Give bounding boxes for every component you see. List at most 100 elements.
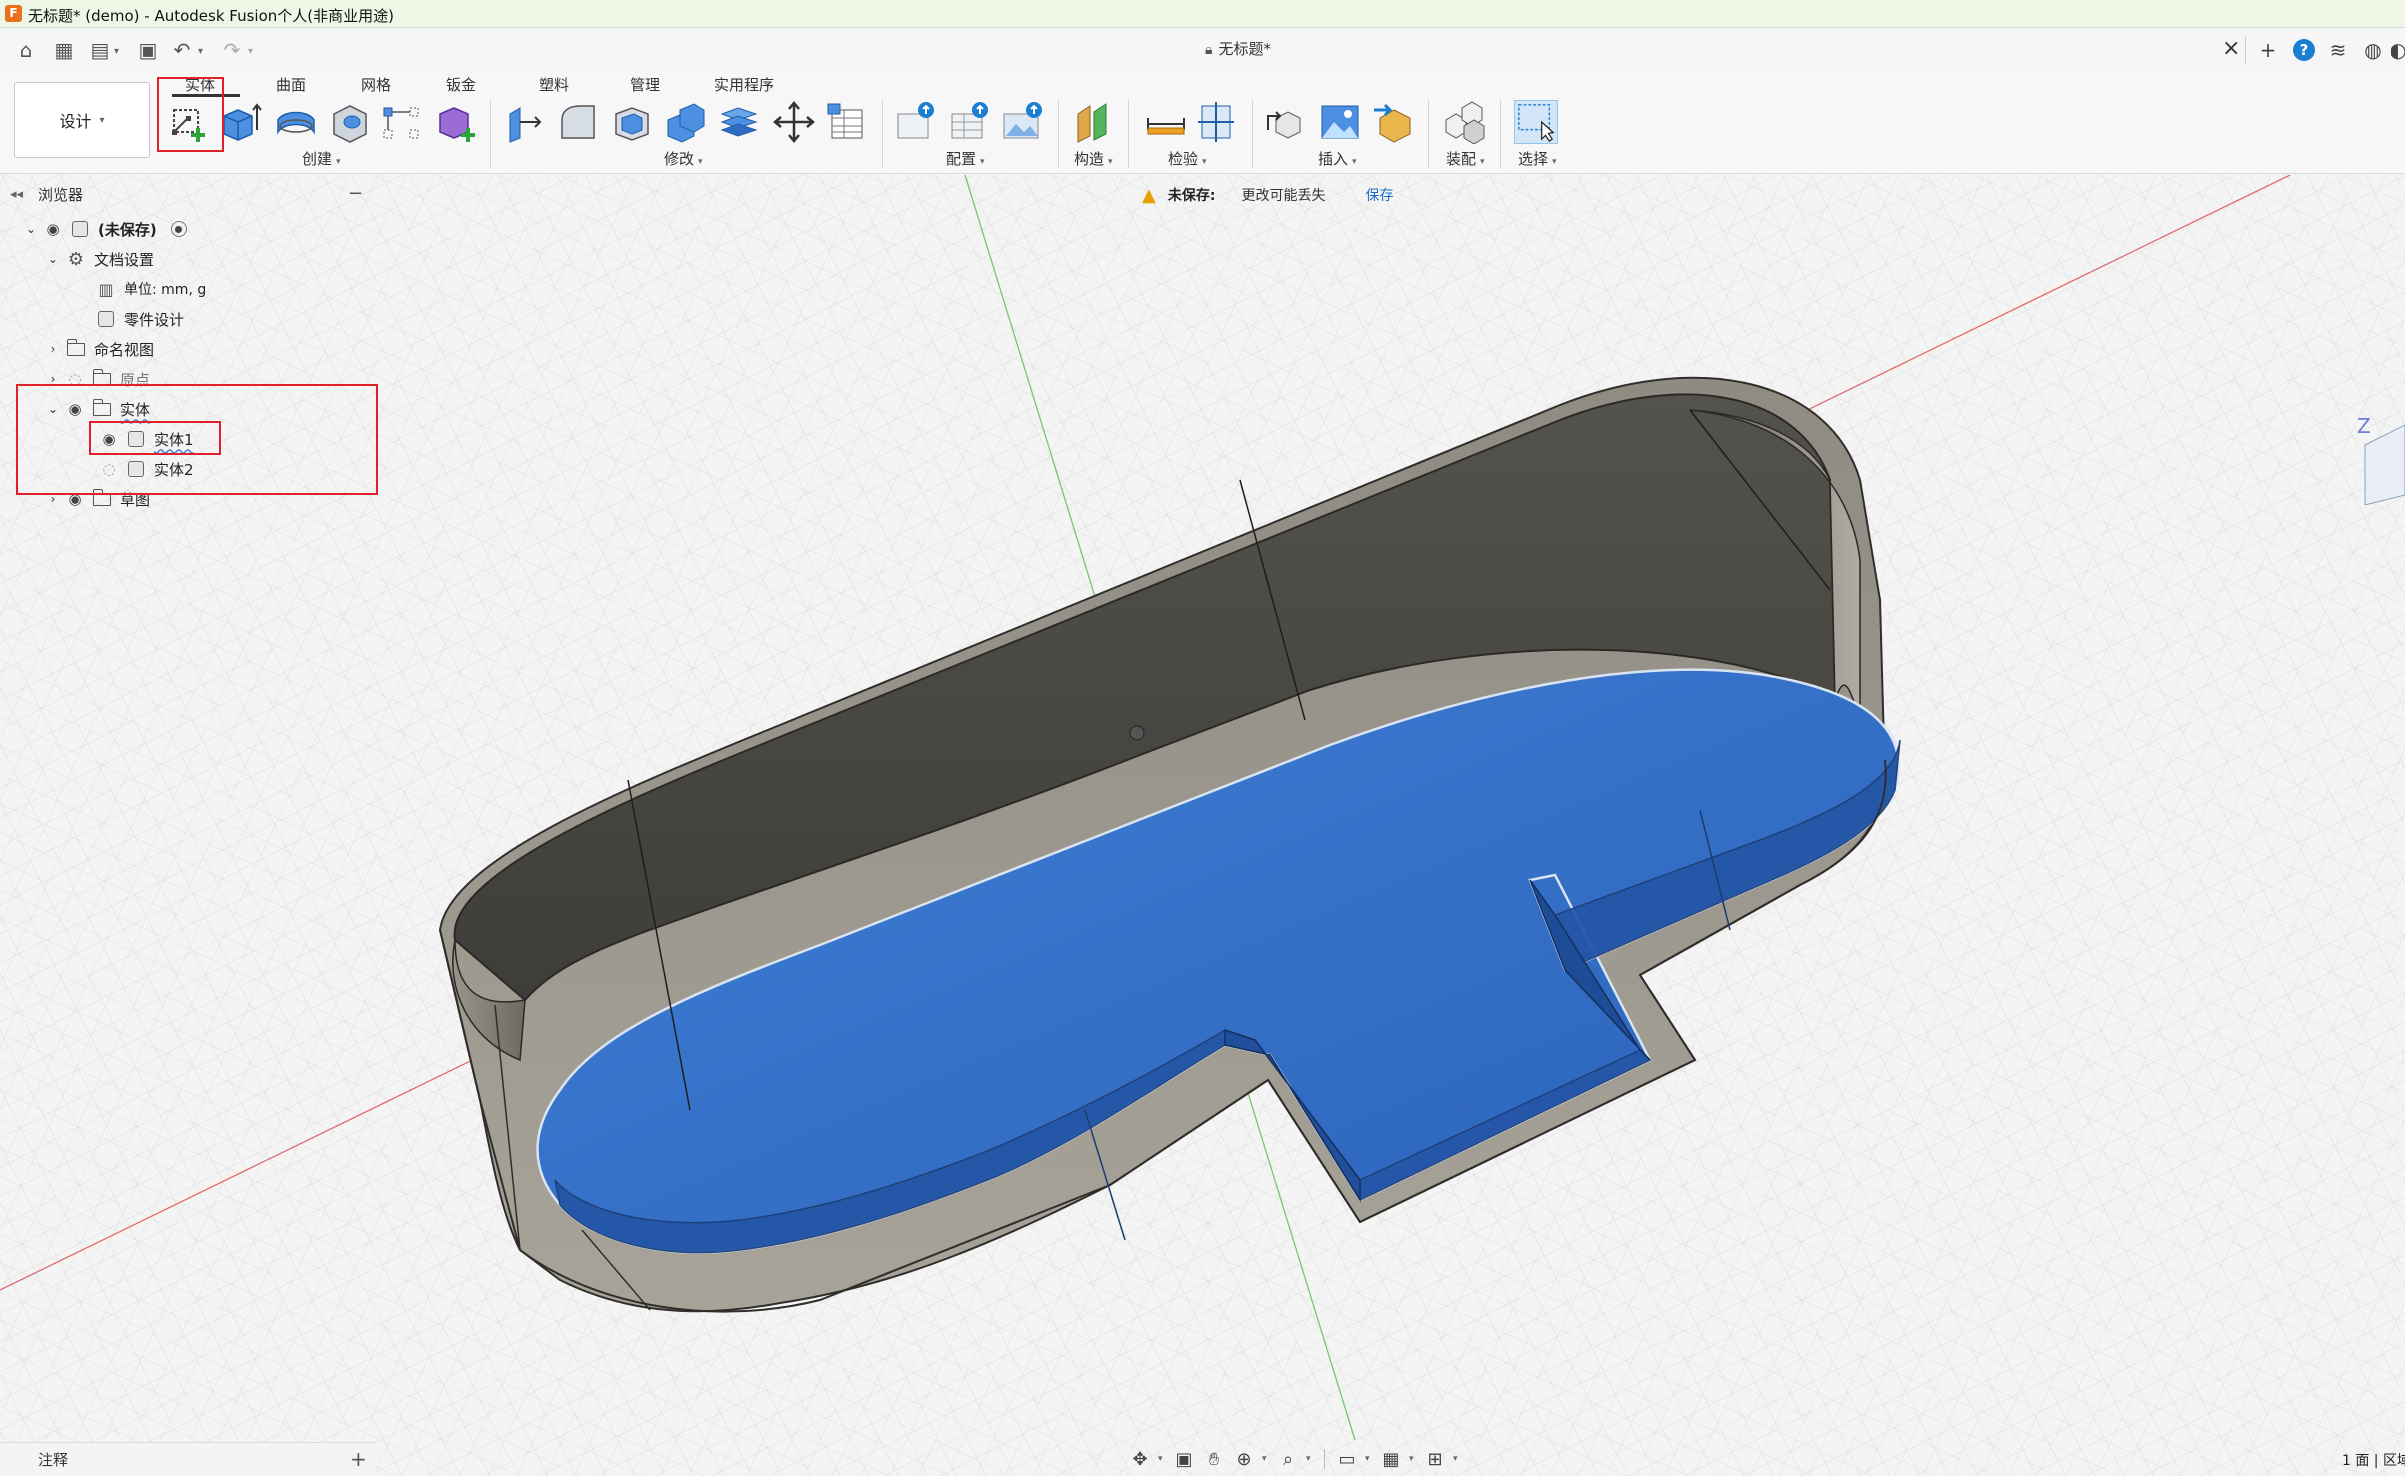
section-analysis-icon[interactable] xyxy=(1196,100,1240,144)
tree-item-document-settings[interactable]: ⌄ ⚙ 文档设置 xyxy=(44,245,154,273)
viewports-icon[interactable]: ⊞ xyxy=(1423,1449,1447,1470)
new-tab-plus-icon[interactable]: + xyxy=(2256,38,2280,62)
grid-settings-icon[interactable]: ▦ xyxy=(1379,1449,1403,1470)
insert-mcmaster-icon[interactable] xyxy=(1372,100,1416,144)
file-icon[interactable]: ▤ xyxy=(88,38,112,62)
configure-group-label[interactable]: 配置 ▾ xyxy=(946,148,985,169)
minimize-icon[interactable]: − xyxy=(348,183,363,204)
help-icon[interactable]: ? xyxy=(2293,39,2315,61)
eye-icon[interactable]: ◉ xyxy=(40,220,66,238)
chevron-down-icon[interactable]: ▾ xyxy=(1158,1454,1166,1464)
home-icon[interactable]: ⌂ xyxy=(14,38,38,62)
tree-item-body-2[interactable]: ◌ 实体2 xyxy=(96,455,193,483)
tab-manage[interactable]: 管理 xyxy=(630,74,660,95)
press-pull-icon[interactable] xyxy=(502,100,546,144)
chevron-down-icon[interactable]: ▾ xyxy=(1306,1454,1314,1464)
comments-panel[interactable]: 注释 + xyxy=(0,1442,375,1476)
assemble-group-label[interactable]: 装配 ▾ xyxy=(1446,148,1485,169)
tab-mesh[interactable]: 网格 xyxy=(361,74,391,95)
job-status-icon[interactable]: ≋ xyxy=(2326,38,2350,62)
offset-plane-icon[interactable] xyxy=(1072,100,1116,144)
tab-solid[interactable]: 实体 xyxy=(185,74,215,95)
orbit-icon[interactable]: ✥ xyxy=(1128,1449,1152,1470)
redo-icon[interactable]: ↷ xyxy=(220,38,244,62)
pattern-icon[interactable] xyxy=(380,100,424,144)
change-parameters-icon[interactable] xyxy=(826,100,870,144)
measure-icon[interactable] xyxy=(1144,100,1188,144)
hole-icon[interactable] xyxy=(328,100,372,144)
configure-table-icon[interactable] xyxy=(894,100,938,144)
tree-item-bodies[interactable]: ⌄ ◉ 实体 xyxy=(44,395,150,423)
chevron-down-icon[interactable]: ⌄ xyxy=(44,252,62,266)
pan-icon[interactable]: ✋︎ xyxy=(1202,1449,1226,1470)
add-comment-icon[interactable]: + xyxy=(350,1447,367,1471)
create-group-label[interactable]: 创建 ▾ xyxy=(302,148,341,169)
modify-group-label[interactable]: 修改 ▾ xyxy=(664,148,703,169)
zoom-icon[interactable]: ⊕ xyxy=(1232,1449,1256,1470)
combine-icon[interactable] xyxy=(664,100,708,144)
create-form-icon[interactable] xyxy=(434,100,478,144)
tab-surface[interactable]: 曲面 xyxy=(276,74,306,95)
undo-chevron-icon[interactable]: ▾ xyxy=(198,46,203,57)
chevron-right-icon[interactable]: › xyxy=(44,372,62,386)
tree-item-part-design[interactable]: 零件设计 xyxy=(92,305,184,333)
chevron-right-icon[interactable]: › xyxy=(44,342,62,356)
collapse-panel-icon[interactable]: ◂◂ xyxy=(10,187,38,202)
insert-canvas-icon[interactable] xyxy=(1318,100,1362,144)
create-sketch-icon[interactable] xyxy=(166,100,210,144)
undo-icon[interactable]: ↶ xyxy=(170,38,194,62)
chevron-down-icon[interactable]: ⌄ xyxy=(44,402,62,416)
look-at-icon[interactable]: ▣ xyxy=(1172,1449,1196,1470)
document-tab[interactable]: 🔒︎ 无标题* xyxy=(1205,38,1271,59)
redo-chevron-icon[interactable]: ▾ xyxy=(248,46,253,57)
tab-utilities[interactable]: 实用程序 xyxy=(714,74,774,95)
tab-plastic[interactable]: 塑料 xyxy=(539,74,569,95)
eye-hidden-icon[interactable]: ◌ xyxy=(96,460,122,478)
split-body-icon[interactable] xyxy=(718,100,762,144)
profile-icon[interactable]: ◐ xyxy=(2391,38,2405,62)
save-link[interactable]: 保存 xyxy=(1365,185,1393,205)
workspace-switcher[interactable]: 设计 ▾ xyxy=(14,82,150,158)
viewcube[interactable]: Z xyxy=(2355,415,2405,505)
inspect-group-label[interactable]: 检验 ▾ xyxy=(1168,148,1207,169)
new-component-icon[interactable] xyxy=(1442,100,1486,144)
display-settings-icon[interactable]: ▭ xyxy=(1335,1449,1359,1470)
tree-item-body-1[interactable]: ◉ 实体1 xyxy=(96,425,193,453)
3d-viewport[interactable]: Z xyxy=(0,175,2405,1476)
eye-icon[interactable]: ◉ xyxy=(62,490,88,508)
insert-derive-icon[interactable] xyxy=(1264,100,1308,144)
notifications-icon[interactable]: ◍ xyxy=(2361,38,2385,62)
chevron-down-icon[interactable]: ▾ xyxy=(1365,1454,1373,1464)
extrude-icon[interactable] xyxy=(218,100,262,144)
tree-item-sketches[interactable]: › ◉ 草图 xyxy=(44,485,150,513)
eye-hidden-icon[interactable]: ◌ xyxy=(62,370,88,388)
construct-group-label[interactable]: 构造 ▾ xyxy=(1074,148,1113,169)
revolve-icon[interactable] xyxy=(274,100,318,144)
chevron-down-icon[interactable]: ▾ xyxy=(1262,1454,1270,1464)
insert-group-label[interactable]: 插入 ▾ xyxy=(1318,148,1357,169)
eye-icon[interactable]: ◉ xyxy=(96,430,122,448)
chevron-right-icon[interactable]: › xyxy=(44,492,62,506)
save-icon[interactable]: ▣ xyxy=(136,38,160,62)
configure-image-icon[interactable] xyxy=(1002,100,1046,144)
grid-apps-icon[interactable]: ▦ xyxy=(52,38,76,62)
chevron-down-icon[interactable]: ⌄ xyxy=(22,222,40,236)
file-menu-chevron-icon[interactable]: ▾ xyxy=(114,46,119,57)
configure-rules-icon[interactable] xyxy=(948,100,992,144)
browser-panel-header[interactable]: ◂◂ 浏览器 − xyxy=(0,181,375,207)
eye-icon[interactable]: ◉ xyxy=(62,400,88,418)
move-copy-icon[interactable] xyxy=(772,100,816,144)
shell-icon[interactable] xyxy=(610,100,654,144)
chevron-down-icon[interactable]: ▾ xyxy=(1409,1454,1417,1464)
active-component-radio[interactable] xyxy=(170,221,187,237)
fillet-icon[interactable] xyxy=(556,100,600,144)
fit-icon[interactable]: ⌕ xyxy=(1276,1449,1300,1470)
3d-scene[interactable] xyxy=(0,175,2405,1476)
chevron-down-icon[interactable]: ▾ xyxy=(1453,1454,1461,1464)
tree-item-origin[interactable]: › ◌ 原点 xyxy=(44,365,150,393)
tree-item-units[interactable]: ▥ 单位: mm, g xyxy=(92,275,206,303)
select-icon[interactable] xyxy=(1514,100,1558,144)
select-group-label[interactable]: 选择 ▾ xyxy=(1518,148,1557,169)
tab-sheet-metal[interactable]: 钣金 xyxy=(446,74,476,95)
tree-item-named-views[interactable]: › 命名视图 xyxy=(44,335,154,363)
